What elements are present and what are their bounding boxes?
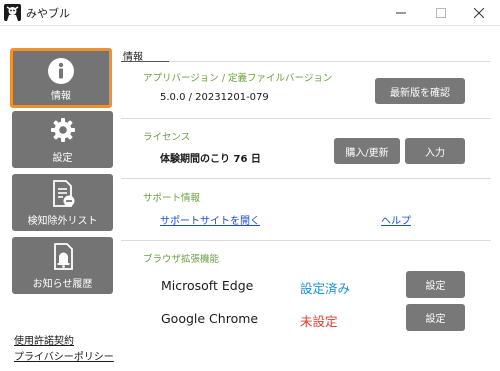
edge-settings-button[interactable]: 設定: [406, 271, 465, 298]
edge-status: 設定済み: [300, 281, 351, 296]
app-version-value: 5.0.0 / 20231201-079: [160, 92, 269, 103]
sidebar-item-settings[interactable]: 設定: [12, 111, 113, 168]
license-agreement-link[interactable]: 使用許諾契約: [14, 332, 74, 347]
license-remaining: 体験期間のこり 76 日: [160, 154, 261, 165]
support-site-link[interactable]: サポートサイトを開く: [160, 212, 260, 227]
browser-name-edge: Microsoft Edge: [161, 278, 254, 293]
section-divider: [121, 118, 491, 119]
gear-icon: [12, 117, 113, 143]
check-update-button[interactable]: 最新版を確認: [375, 78, 465, 104]
support-label: サポート情報: [143, 193, 201, 204]
license-label: ライセンス: [143, 132, 191, 143]
help-link[interactable]: ヘルプ: [381, 212, 411, 227]
sidebar-item-notification-history[interactable]: お知らせ履歴: [12, 237, 113, 294]
title-rule: [169, 61, 491, 62]
sidebar-item-exclusion-list[interactable]: 検知除外リスト: [12, 174, 113, 231]
chrome-settings-button[interactable]: 設定: [406, 304, 465, 331]
sidebar-item-label: 設定: [52, 153, 73, 164]
chrome-status: 未設定: [300, 314, 338, 329]
bell-document-icon: [12, 243, 113, 271]
title-bar: みやブル: [0, 0, 500, 26]
sidebar-item-label: 情報: [51, 91, 71, 102]
privacy-policy-link[interactable]: プライバシーポリシー: [14, 348, 114, 363]
sidebar-item-info[interactable]: 情報: [10, 48, 112, 108]
close-button[interactable]: [456, 0, 500, 26]
sidebar-item-label: お知らせ履歴: [32, 279, 93, 290]
license-input-button[interactable]: 入力: [405, 138, 465, 164]
info-icon: [13, 57, 109, 85]
app-version-label: アプリバージョン / 定義ファイルバージョン: [143, 73, 333, 84]
title-underline: [121, 61, 169, 62]
purchase-renew-button[interactable]: 購入/更新: [334, 138, 400, 164]
browser-extension-label: ブラウザ拡張機能: [143, 254, 220, 265]
app-logo-icon: [4, 4, 21, 21]
section-divider: [121, 240, 491, 241]
window-title: みやブル: [26, 7, 70, 20]
info-panel: 情報 アプリバージョン / 定義ファイルバージョン 5.0.0 / 202312…: [121, 44, 491, 364]
document-minus-icon: [12, 180, 113, 208]
sidebar-item-label: 検知除外リスト: [27, 216, 98, 227]
section-divider: [121, 178, 491, 179]
browser-name-chrome: Google Chrome: [161, 311, 259, 326]
